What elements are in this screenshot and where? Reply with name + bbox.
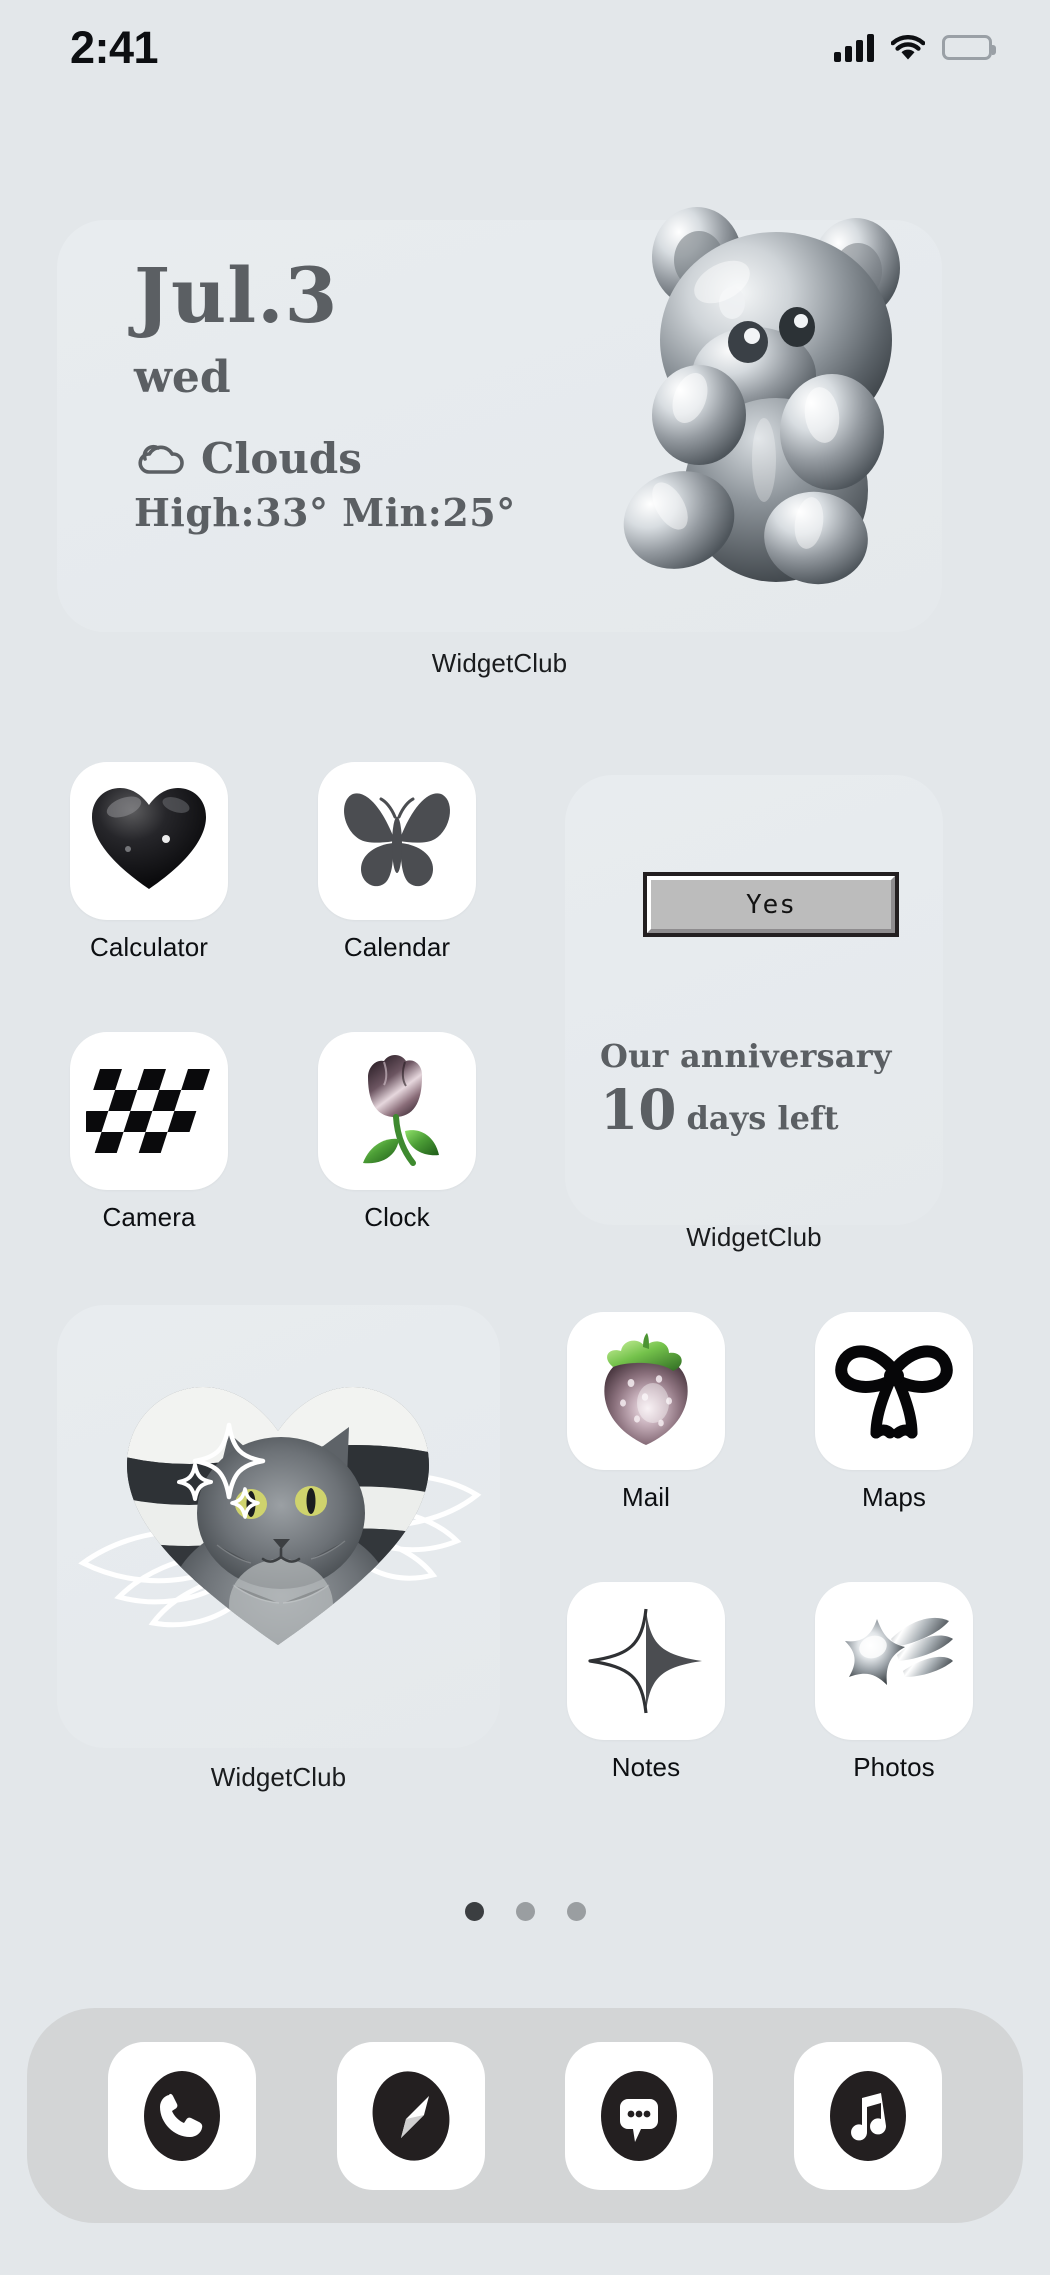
status-bar-indicators [834,33,996,62]
dock-app-messages[interactable] [565,2041,714,2190]
compass-icon [372,2070,450,2161]
dock [27,2008,1023,2223]
app-calculator[interactable]: Calculator [70,762,228,962]
status-bar-clock: 2:41 [70,21,159,73]
app-calendar[interactable]: Calendar [318,762,476,962]
heart-cat-photo [57,1305,500,1748]
anniversary-days-unit: days left [686,1099,839,1137]
page-indicator[interactable] [0,1902,1050,1921]
dock-app-safari[interactable] [336,2041,485,2190]
widget-weekday: wed [134,352,231,403]
music-note-icon [830,2070,907,2161]
app-label: Camera [102,1202,196,1232]
app-clock[interactable]: Clock [318,1032,476,1232]
butterfly-icon [318,762,476,920]
anniversary-widget[interactable]: Yes Our anniversary 10 days left [565,775,943,1225]
app-label: Calculator [89,932,209,962]
anniversary-days-count: 10 [600,1077,677,1142]
widget-temperatures: High:33° Min:25° [134,490,516,535]
page-dot-2[interactable] [515,1902,535,1921]
metallic-shooting-star-icon [815,1582,973,1740]
status-bar: 2:41 [0,0,1050,95]
app-label: Calendar [343,932,451,962]
weather-widget-label: WidgetClub [431,648,568,678]
four-point-sparkle-icon [567,1582,725,1740]
metallic-teddy-bear-icon [604,190,934,600]
anniversary-countdown: Our anniversary 10 days left [600,1040,930,1137]
anniversary-title: Our anniversary [600,1037,892,1075]
yes-button[interactable]: Yes [643,872,899,937]
widget-condition-label: Clouds [201,434,362,483]
tulip-flower-icon [318,1032,476,1190]
app-maps[interactable]: Maps [815,1312,973,1512]
photo-widget[interactable] [57,1305,500,1748]
weather-widget-text: Jul.3 wed Clouds High:33° Min:25° [134,258,516,532]
app-photos[interactable]: Photos [815,1582,973,1782]
cloud-icon [134,441,188,477]
wifi-icon [891,34,925,61]
black-ribbon-bow-icon [815,1312,973,1470]
metallic-strawberry-icon [567,1312,725,1470]
weather-date-widget[interactable]: Jul.3 wed Clouds High:33° Min:25° [57,207,942,632]
chat-bubble-icon [601,2070,678,2161]
cellular-signal-icon [834,33,874,62]
dock-app-phone[interactable] [107,2041,256,2190]
app-mail[interactable]: Mail [567,1312,725,1512]
app-label: Clock [364,1202,430,1232]
page-dot-3[interactable] [566,1902,586,1921]
app-notes[interactable]: Notes [567,1582,725,1782]
photo-widget-label: WidgetClub [210,1762,347,1792]
app-camera[interactable]: Camera [70,1032,228,1232]
checkerboard-icon [70,1032,228,1190]
app-label: Maps [862,1482,926,1512]
anniversary-widget-label: WidgetClub [686,1222,822,1252]
app-label: Mail [621,1482,671,1512]
yes-button-label: Yes [746,889,796,920]
app-label: Notes [611,1752,681,1782]
widget-date: Jul.3 [134,251,339,340]
phone-handset-icon [143,2070,220,2161]
dock-app-music[interactable] [794,2041,943,2190]
page-dot-1[interactable] [464,1902,484,1921]
app-label: Photos [853,1752,935,1782]
widget-condition-row: Clouds [134,438,516,480]
black-glossy-heart-icon [70,762,228,920]
battery-icon [942,35,996,60]
